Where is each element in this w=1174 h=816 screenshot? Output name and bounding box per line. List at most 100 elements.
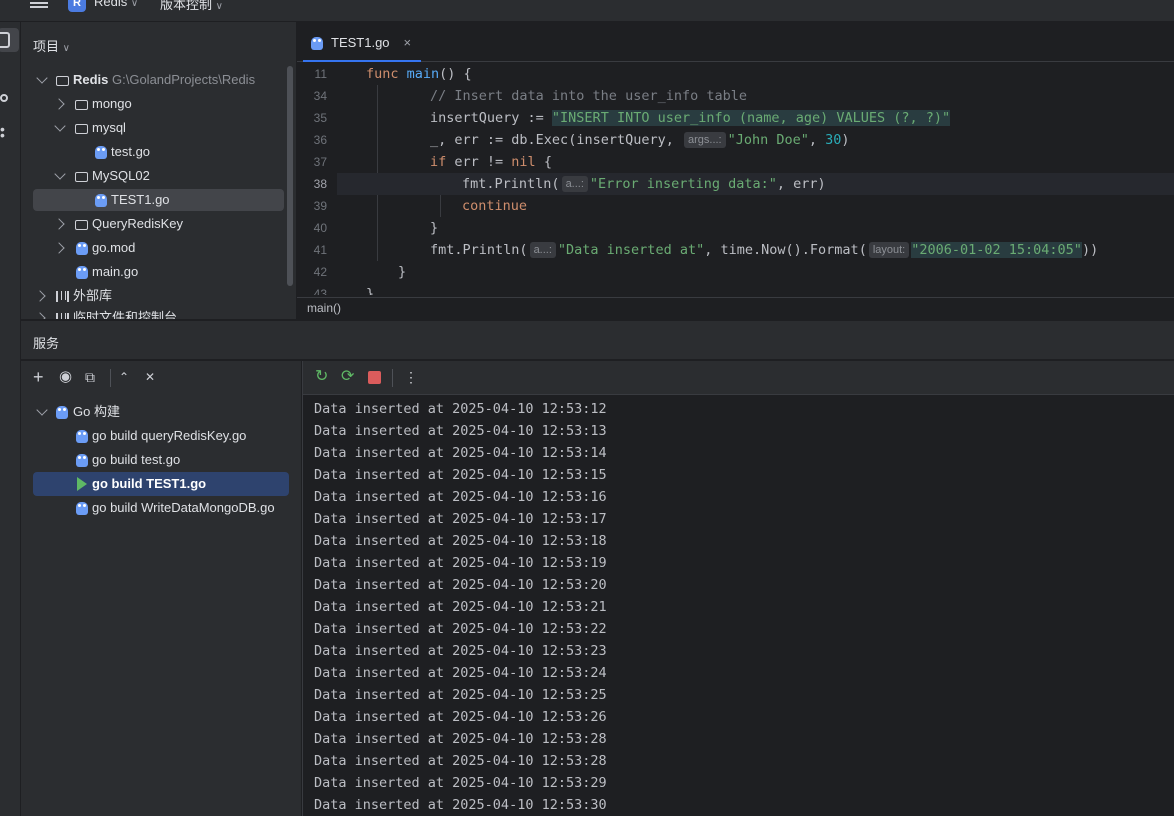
go-build-icon — [76, 502, 88, 515]
chevron-right-icon[interactable] — [34, 290, 46, 302]
code-area[interactable]: func main() { // Insert data into the us… — [337, 63, 1174, 295]
rerun-debug-icon[interactable]: ⟳ — [341, 369, 354, 385]
project-panel-title: 项目 — [33, 39, 60, 54]
expand-all-icon[interactable]: ⌃ — [119, 369, 129, 385]
tree-item-scratches-clip: 临时文件和控制台 — [33, 309, 288, 319]
service-item[interactable]: go build WriteDataMongoDB.go — [33, 497, 301, 519]
tool-window-strip: • • — [0, 22, 21, 816]
service-item-label: go build WriteDataMongoDB.go — [92, 500, 275, 515]
tree-item-mongo[interactable]: mongo — [33, 93, 288, 115]
console-line: Data inserted at 2025-04-10 12:53:13 — [314, 423, 607, 439]
console-line: Data inserted at 2025-04-10 12:53:16 — [314, 489, 607, 505]
console-line: Data inserted at 2025-04-10 12:53:17 — [314, 511, 607, 527]
close-icon[interactable]: × — [404, 35, 412, 50]
code-token: Format — [809, 242, 859, 258]
go-mod-icon — [76, 242, 88, 255]
project-badge[interactable]: R — [68, 0, 86, 12]
code-token: } — [430, 220, 439, 236]
tree-item-scratches[interactable]: 临时文件和控制台 — [33, 309, 288, 319]
console-line: Data inserted at 2025-04-10 12:53:21 — [314, 599, 607, 615]
line-number: 34 — [313, 89, 327, 103]
chevron-down-icon[interactable] — [36, 404, 48, 416]
breadcrumb[interactable]: main() — [297, 297, 1174, 319]
code-token: main — [406, 66, 440, 82]
chevron-right-icon[interactable] — [53, 242, 65, 254]
code-string: "2006-01-02 15:04:05" — [911, 242, 1082, 258]
collapse-all-icon[interactable]: ✕ — [145, 369, 155, 385]
code-token: () { — [439, 66, 472, 82]
project-tool-icon[interactable] — [0, 32, 10, 48]
code-token: ( — [551, 176, 560, 192]
code-number: 30 — [825, 132, 842, 148]
main-menu-icon[interactable] — [30, 0, 48, 10]
root-path: G:\GolandProjects\Redis — [112, 72, 256, 87]
tree-item-main-go[interactable]: main.go — [33, 261, 288, 283]
tree-item-label: main.go — [92, 264, 139, 279]
console-line: Data inserted at 2025-04-10 12:53:22 — [314, 621, 607, 637]
services-tool-icon[interactable] — [0, 94, 8, 102]
code-line-11: func main() { — [337, 63, 1174, 85]
console-line: Data inserted at 2025-04-10 12:53:30 — [314, 797, 607, 813]
project-scrollbar[interactable] — [287, 66, 293, 286]
code-token: Println — [494, 176, 552, 192]
code-token: (). — [785, 242, 810, 258]
console-line: Data inserted at 2025-04-10 12:53:15 — [314, 467, 607, 483]
code-token: (insertQuery, — [568, 132, 682, 148]
service-item[interactable]: go build test.go — [33, 449, 288, 471]
tree-item-test1-go[interactable]: TEST1.go — [33, 189, 284, 211]
new-tab-icon[interactable]: ⧉ — [85, 369, 95, 385]
inlay-hint: a...: — [561, 176, 588, 192]
code-token: Now — [761, 242, 786, 258]
chevron-right-icon[interactable] — [34, 312, 46, 319]
service-item-label: go build test.go — [92, 452, 181, 467]
services-tree-panel: + ◉ ⧉ ⌃ ✕ Go 构建 go build queryRedisKey.g… — [21, 361, 301, 816]
tree-item-external-libs[interactable]: 外部库 — [33, 285, 288, 307]
console-output[interactable]: Data inserted at 2025-04-10 12:53:12 Dat… — [314, 398, 1174, 816]
console-toolbar: ↻ ⟳ ⋮ — [303, 361, 1174, 395]
more-tools-icon[interactable]: • • — [0, 122, 5, 142]
more-options-icon[interactable]: ⋮ — [404, 369, 418, 385]
project-switcher[interactable]: Redis ∨ — [94, 0, 138, 9]
eye-icon[interactable]: ◉ — [59, 369, 72, 385]
line-number: 36 — [313, 133, 327, 147]
tree-item-go-mod[interactable]: go.mod — [33, 237, 288, 259]
code-line-41: fmt.Println(a...: "Data inserted at", tim… — [337, 239, 1174, 261]
tree-item-mysql02[interactable]: MySQL02 — [33, 165, 288, 187]
chevron-right-icon[interactable] — [53, 218, 65, 230]
tree-item-label: QueryRedisKey — [92, 216, 184, 231]
tree-item-mysql[interactable]: mysql — [33, 117, 288, 139]
chevron-down-icon[interactable] — [54, 168, 66, 180]
service-item[interactable]: go build queryRedisKey.go — [33, 425, 288, 447]
service-item-label: go build queryRedisKey.go — [92, 428, 247, 443]
tree-root[interactable]: Redis G:\GolandProjects\Redis — [33, 69, 288, 91]
code-line-42: } — [337, 261, 1174, 283]
code-token: func — [366, 66, 399, 82]
toolbar-divider — [392, 369, 393, 387]
service-item-running[interactable]: go build TEST1.go — [33, 472, 289, 496]
chevron-right-icon[interactable] — [53, 98, 65, 110]
code-line-43: } — [337, 283, 1174, 295]
go-build-icon — [76, 430, 88, 443]
code-keyword: if — [430, 154, 447, 170]
line-number: 42 — [313, 265, 327, 279]
chevron-down-icon[interactable] — [54, 120, 66, 132]
chevron-down-icon: ∨ — [215, 1, 223, 12]
editor-panel: TEST1.go × 11 34 35 36 37 38 39 40 41 42 … — [297, 22, 1174, 319]
editor-tab-bar: TEST1.go × — [297, 22, 1174, 62]
rerun-icon[interactable]: ↻ — [315, 369, 328, 385]
code-token: Exec — [535, 132, 569, 148]
console-line: Data inserted at 2025-04-10 12:53:28 — [314, 753, 607, 769]
folder-icon — [75, 220, 88, 230]
code-token: } — [398, 264, 407, 280]
tree-item-test-go[interactable]: test.go — [33, 141, 288, 163]
service-group-go-build[interactable]: Go 构建 — [33, 401, 288, 423]
breadcrumb-item[interactable]: main() — [307, 301, 341, 315]
chevron-down-icon[interactable] — [36, 72, 48, 84]
tree-item-label: mongo — [92, 96, 132, 111]
tree-item-queryrediskey[interactable]: QueryRedisKey — [33, 213, 288, 235]
add-service-icon[interactable]: + — [33, 368, 44, 386]
vcs-menu[interactable]: 版本控制 ∨ — [160, 0, 223, 13]
tab-test1-go[interactable]: TEST1.go × — [303, 26, 422, 62]
project-panel-header[interactable]: 项目 ∨ — [33, 36, 70, 55]
stop-icon[interactable] — [368, 371, 381, 384]
